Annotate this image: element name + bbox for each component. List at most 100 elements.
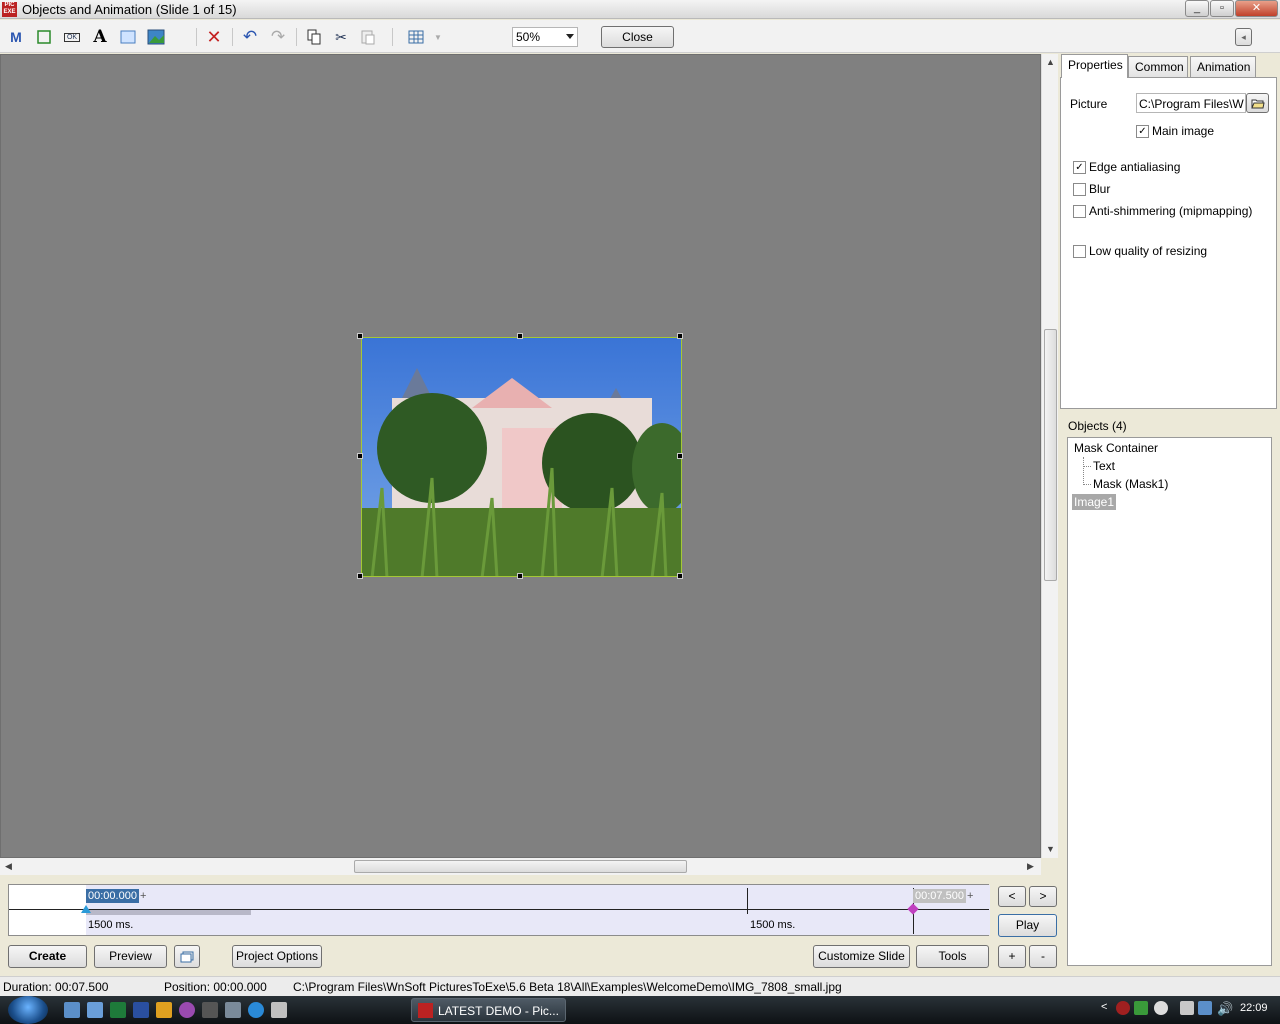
main-image-checkbox[interactable]: ✓ (1136, 125, 1149, 138)
music-icon[interactable] (202, 1002, 218, 1018)
redo-icon[interactable]: ↷ (268, 27, 288, 47)
settings-icon[interactable] (225, 1002, 241, 1018)
customize-slide-button[interactable]: Customize Slide (813, 945, 910, 968)
scroll-up-icon[interactable]: ▲ (1046, 57, 1055, 67)
tab-properties[interactable]: Properties (1061, 54, 1128, 78)
image-icon[interactable] (146, 27, 166, 47)
horizontal-scroll-thumb[interactable] (354, 860, 687, 873)
slide-view-button[interactable] (174, 945, 200, 968)
edge-antialiasing-checkbox[interactable]: ✓ (1073, 161, 1086, 174)
word-icon[interactable] (133, 1002, 149, 1018)
preview-button[interactable]: Preview (94, 945, 167, 968)
image1-object[interactable] (361, 337, 682, 577)
close-window-button[interactable]: ✕ (1235, 0, 1278, 17)
explorer-icon[interactable] (87, 1002, 103, 1018)
tree-item-image1[interactable]: Image1 (1072, 494, 1117, 510)
app-icon-purple[interactable] (179, 1002, 195, 1018)
anti-shimmering-checkbox[interactable] (1073, 205, 1086, 218)
tray-icon[interactable] (1134, 1001, 1148, 1015)
media-player-icon[interactable] (156, 1002, 172, 1018)
grid-dropdown-icon[interactable]: ▼ (428, 27, 448, 47)
copy-icon[interactable] (304, 27, 324, 47)
delete-icon[interactable]: ✕ (204, 27, 224, 47)
maximize-button[interactable]: ▫ (1210, 0, 1234, 17)
resize-handle[interactable] (517, 573, 523, 579)
taskbar-window-button[interactable]: LATEST DEMO - Pic... (411, 998, 566, 1022)
end-add-keyframe[interactable]: + (965, 889, 975, 903)
low-quality-checkbox[interactable] (1073, 245, 1086, 258)
tree-item-mask-container[interactable]: Mask Container (1074, 441, 1158, 455)
create-button[interactable]: Create (8, 945, 87, 968)
volume-icon[interactable]: 🔊 (1217, 1001, 1233, 1017)
mask-icon[interactable]: M (6, 27, 26, 47)
resize-handle[interactable] (677, 453, 683, 459)
start-add-keyframe[interactable]: + (138, 889, 148, 903)
rectangle-icon[interactable] (34, 27, 54, 47)
zoom-value: 50% (516, 30, 541, 44)
tray-icon[interactable] (1180, 1001, 1194, 1015)
paste-icon[interactable] (358, 27, 378, 47)
scroll-right-icon[interactable]: ▶ (1027, 861, 1034, 872)
start-button[interactable] (8, 996, 48, 1024)
horizontal-scrollbar[interactable]: ◀ ▶ (0, 858, 1041, 875)
grid-icon[interactable] (406, 27, 426, 47)
playhead-icon[interactable] (81, 905, 91, 913)
tree-line (1083, 457, 1084, 485)
clock[interactable]: 22:09 (1240, 1002, 1268, 1014)
cut-icon[interactable]: ✂ (331, 27, 351, 47)
project-options-button[interactable]: Project Options (232, 945, 322, 968)
text-icon[interactable]: A (90, 27, 110, 47)
show-desktop-icon[interactable] (64, 1002, 80, 1018)
zoom-select[interactable]: 50% (512, 27, 578, 47)
resize-handle[interactable] (517, 333, 523, 339)
collapse-panel-button[interactable]: ◂ (1235, 28, 1252, 46)
button-icon[interactable]: OK (62, 27, 82, 47)
resize-handle[interactable] (357, 333, 363, 339)
tray-icon[interactable] (1154, 1001, 1168, 1015)
tree-item-mask[interactable]: Mask (Mask1) (1093, 477, 1168, 491)
resize-handle[interactable] (677, 333, 683, 339)
frame-icon[interactable] (118, 27, 138, 47)
previous-slide-button[interactable]: < (998, 886, 1026, 907)
play-button[interactable]: Play (998, 914, 1057, 937)
resize-handle[interactable] (677, 573, 683, 579)
position-status: Position: 00:00.000 (164, 980, 267, 994)
vertical-scroll-thumb[interactable] (1044, 329, 1057, 581)
toolbar-separator (196, 28, 197, 46)
tab-animation[interactable]: Animation (1190, 56, 1256, 77)
edge-antialiasing-label: Edge antialiasing (1089, 160, 1181, 174)
add-object-button[interactable]: + (998, 945, 1026, 968)
picture-path-field[interactable]: C:\Program Files\W (1136, 93, 1246, 113)
tray-icon[interactable] (1116, 1001, 1130, 1015)
tools-button[interactable]: Tools (916, 945, 989, 968)
objects-tree[interactable]: Mask Container Text Mask (Mask1) Image1 (1067, 437, 1272, 966)
vertical-scrollbar[interactable]: ▲ ▼ (1041, 54, 1058, 858)
scroll-left-icon[interactable]: ◀ (5, 861, 12, 872)
start-time-label[interactable]: 00:00.000 (86, 889, 139, 903)
resize-handle[interactable] (357, 573, 363, 579)
excel-icon[interactable] (110, 1002, 126, 1018)
end-time-label[interactable]: 00:07.500 (913, 889, 966, 903)
fade-out-marker[interactable] (747, 888, 748, 914)
tray-expand-icon[interactable]: < (1101, 1001, 1107, 1013)
folder-icon[interactable] (271, 1002, 287, 1018)
minimize-button[interactable]: _ (1185, 0, 1209, 17)
blur-checkbox[interactable] (1073, 183, 1086, 196)
chevron-down-icon (566, 34, 574, 39)
undo-icon[interactable]: ↶ (240, 27, 260, 47)
remove-object-button[interactable]: - (1029, 945, 1057, 968)
next-slide-button[interactable]: > (1029, 886, 1057, 907)
tree-item-text[interactable]: Text (1093, 459, 1115, 473)
close-button[interactable]: Close (601, 26, 674, 48)
browse-button[interactable] (1246, 93, 1269, 113)
timeline[interactable]: 00:00.000 + 00:07.500 + 1500 ms. 1500 ms… (8, 884, 990, 936)
fade-in-bar (86, 910, 251, 915)
tab-common[interactable]: Common (1128, 56, 1188, 77)
browser-icon[interactable] (248, 1002, 264, 1018)
tree-line (1083, 466, 1091, 467)
slide-canvas[interactable] (0, 54, 1041, 858)
scroll-down-icon[interactable]: ▼ (1046, 844, 1055, 854)
resize-handle[interactable] (357, 453, 363, 459)
network-icon[interactable] (1198, 1001, 1212, 1015)
window-title: Objects and Animation (Slide 1 of 15) (22, 2, 237, 17)
